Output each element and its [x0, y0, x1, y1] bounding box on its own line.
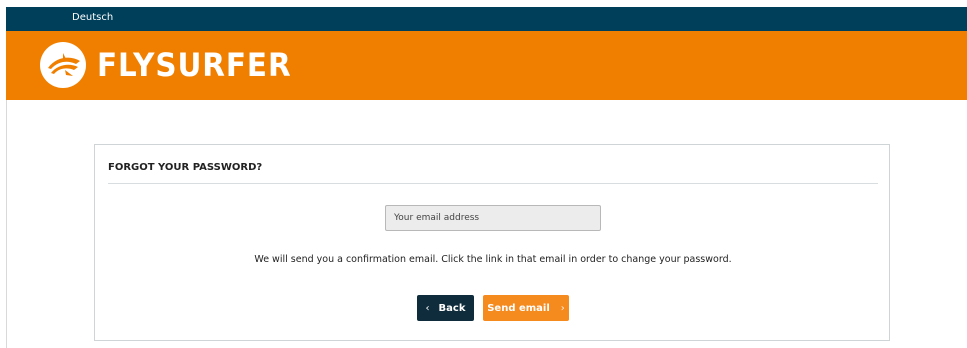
back-button[interactable]: ‹ Back	[417, 295, 474, 321]
chevron-left-icon: ‹	[425, 302, 430, 314]
panel-title: FORGOT YOUR PASSWORD?	[108, 162, 263, 173]
window-top-edge	[0, 0, 967, 7]
top-language-bar: Deutsch	[6, 7, 967, 31]
language-switch-link[interactable]: Deutsch	[72, 11, 113, 25]
email-input[interactable]	[385, 205, 601, 231]
send-email-button-label: Send email	[487, 302, 550, 314]
brand-name: FLYSURFER	[97, 46, 292, 84]
chevron-right-icon: ›	[560, 302, 565, 314]
send-email-button[interactable]: Send email ›	[483, 295, 569, 321]
brand-logo[interactable]: FLYSURFER	[39, 41, 308, 89]
confirmation-info-text: We will send you a confirmation email. C…	[254, 254, 732, 265]
back-button-label: Back	[438, 302, 466, 314]
flysurfer-wing-logo-icon	[40, 42, 86, 88]
panel-divider	[108, 183, 878, 184]
forgot-password-panel: FORGOT YOUR PASSWORD? We will send you a…	[94, 144, 890, 341]
site-header: FLYSURFER	[6, 31, 967, 100]
